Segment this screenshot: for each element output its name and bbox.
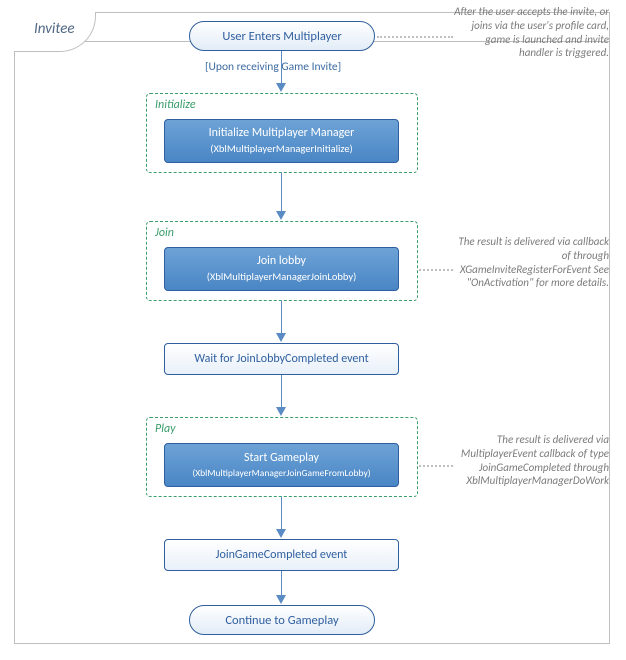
entry-annotation: After the user accepts the invite, or jo… [449,5,609,60]
play-annotation: The result is delivered via MultiplayerE… [445,433,609,488]
arrowhead-5 [276,529,286,538]
play-sub: (XblMultiplayerManagerJoinGameFromLobby) [192,467,370,479]
action-join-lobby: Join lobby (XblMultiplayerManagerJoinLob… [164,247,399,291]
arrow-3 [281,301,282,335]
arrowhead-1 [276,83,286,92]
wait-label: Wait for JoinLobbyCompleted event [194,352,368,366]
join-game-completed-label: JoinGameCompleted event [216,548,348,562]
arrowhead-2 [276,211,286,220]
arrowhead-6 [276,595,286,604]
continue-pill: Continue to Gameplay [189,605,375,635]
phase-play-label: Play [155,422,176,436]
wait-box: Wait for JoinLobbyCompleted event [164,343,399,375]
arrow-2 [281,173,282,213]
arrowhead-3 [276,333,286,342]
condition-text: [Upon receiving Game Invite] [205,60,341,74]
action-start-gameplay: Start Gameplay (XblMultiplayerManagerJoi… [164,443,399,487]
arrow-4 [281,375,282,409]
join-sub: (XblMultiplayerManagerJoinLobby) [207,270,357,284]
invitee-label: Invitee [34,20,75,38]
arrow-6 [281,571,282,597]
entry-label: User Enters Multiplayer [222,29,341,44]
dot-join [419,269,453,271]
invitee-tab: Invitee [14,12,96,52]
phase-join-label: Join [155,226,174,240]
join-game-completed-box: JoinGameCompleted event [164,539,399,571]
continue-label: Continue to Gameplay [225,613,338,628]
arrow-1 [281,51,282,85]
join-title: Join lobby [257,254,306,270]
phase-initialize-label: Initialize [155,98,196,112]
action-initialize: Initialize Multiplayer Manager (XblMulti… [164,119,399,163]
arrow-5 [281,497,282,531]
join-annotation: The result is delivered via callback of … [449,235,609,290]
initialize-title: Initialize Multiplayer Manager [209,126,355,142]
play-title: Start Gameplay [244,451,319,467]
entry-pill: User Enters Multiplayer [189,21,375,51]
dot-entry [377,36,453,38]
arrowhead-4 [276,407,286,416]
initialize-sub: (XblMultiplayerManagerInitialize) [210,142,352,156]
invitee-frame: Invitee User Enters Multiplayer After th… [14,12,610,644]
